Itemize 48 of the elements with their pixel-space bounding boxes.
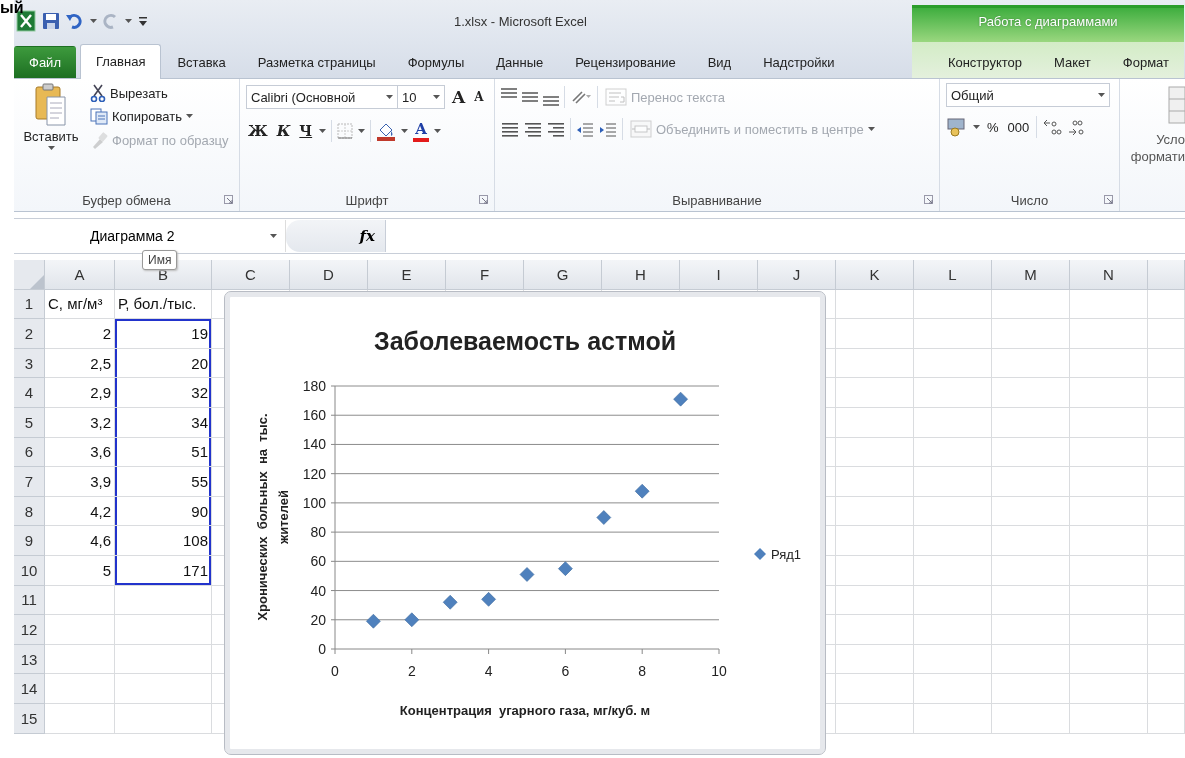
table-cell: 3,9 (45, 467, 115, 497)
table-cell: 32 (115, 378, 212, 408)
table-cell: 108 (115, 526, 212, 556)
y-tick-label: 180 (302, 378, 326, 394)
table-cell: 19 (115, 319, 212, 349)
x-tick-label: 4 (484, 663, 493, 679)
window-title: 1.xlsx - Microsoft Excel (454, 14, 587, 29)
y-tick-label: 140 (302, 436, 326, 453)
group-label: Число (1010, 192, 1049, 208)
y-tick-label: 160 (302, 407, 326, 424)
slide-text-fragment: ый (0, 0, 24, 16)
chart-title: Заболеваемость астмой (373, 327, 677, 355)
table-cell: 55 (115, 467, 212, 497)
y-tick-label: 80 (310, 524, 326, 541)
x-tick-label: 2 (407, 663, 416, 679)
y-tick-label: 60 (310, 553, 326, 570)
table-cell: 5 (45, 555, 115, 586)
table-cell: 4,6 (45, 526, 115, 556)
group-label: Шрифт (345, 192, 389, 208)
y-tick-label: 0 (318, 641, 326, 657)
x-tick-label: 10 (711, 663, 727, 679)
y-tick-label: 40 (310, 582, 326, 599)
group-label: Буфер обмена (82, 192, 171, 208)
group-label: Выравнивание (672, 192, 762, 208)
y-tick-label: 100 (302, 494, 326, 511)
table-cell: С, мг/м³ (45, 289, 115, 320)
tooltip: Имя (142, 250, 178, 270)
x-tick-label: 8 (638, 663, 647, 679)
y-tick-label: 120 (302, 465, 326, 482)
table-cell: 4,2 (45, 496, 115, 527)
x-tick-label: 6 (561, 663, 570, 679)
context-tab-group: Работа с диаграммами (912, 5, 1184, 42)
table-cell: 20 (115, 348, 212, 379)
table-cell: 3,6 (45, 437, 115, 468)
table-cell: 34 (115, 407, 212, 438)
table-cell: 171 (115, 555, 212, 586)
y-axis-title: Хронических больных на тыс. жителей (255, 413, 291, 621)
table-cell: 2,5 (45, 348, 115, 379)
table-cell: 3,2 (45, 407, 115, 438)
x-tick-label: 0 (331, 663, 339, 679)
x-axis-title: Концентрация угарного газа, мг/куб. м (399, 703, 651, 718)
table-cell: 2,9 (45, 378, 115, 408)
legend-label: Ряд1 (771, 547, 802, 562)
table-cell: Р, бол./тыс. (115, 289, 212, 320)
y-tick-label: 20 (310, 611, 326, 628)
table-cell: 90 (115, 496, 212, 527)
table-cell: 51 (115, 437, 212, 468)
table-cell: 2 (45, 319, 115, 349)
